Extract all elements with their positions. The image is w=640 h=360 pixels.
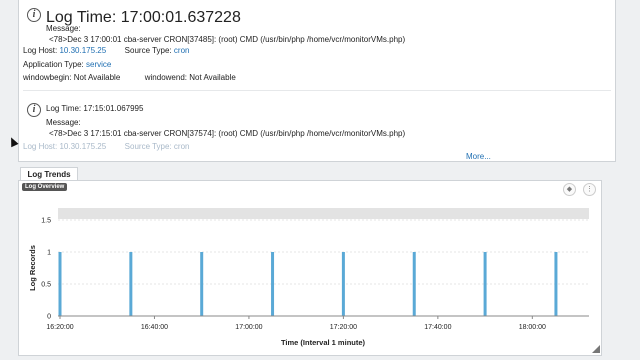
y-tick-label: 1.5: [41, 218, 51, 225]
chart-grid: [58, 219, 589, 285]
x-axis-ticks: 16:20:00 16:40:00 17:00:00 17:20:00 17:40:00…: [46, 316, 546, 331]
x-tick-label: 17:00:00: [235, 324, 262, 331]
y-axis-ticks: 0 0.5 1 1.5: [41, 218, 51, 321]
x-axis-label: Time (Interval 1 minute): [281, 338, 366, 347]
y-tick-label: 0.5: [41, 282, 51, 289]
x-tick-label: 17:40:00: [424, 324, 451, 331]
chart-bar[interactable]: [58, 252, 62, 316]
y-tick-label: 0: [47, 314, 51, 321]
log-trends-chart: 0 0.5 1 1.5 16:20:00 16:40:00 17:00:00 17:20:0…: [28, 208, 589, 347]
x-tick-label: 18:00:00: [519, 324, 546, 331]
x-tick-label: 16:40:00: [141, 324, 168, 331]
resize-handle-icon[interactable]: [592, 345, 600, 353]
chart-bar[interactable]: [341, 252, 345, 316]
chart-bar[interactable]: [483, 252, 487, 316]
y-tick-label: 1: [47, 250, 51, 257]
chart-bar[interactable]: [200, 252, 204, 316]
chart-bar[interactable]: [554, 252, 558, 316]
chart-header-band: [58, 208, 589, 219]
chart-bar[interactable]: [271, 252, 275, 316]
x-tick-label: 17:20:00: [330, 324, 357, 331]
chart-bar[interactable]: [412, 252, 416, 316]
chart-bar[interactable]: [129, 252, 133, 316]
y-axis-label: Log Records: [28, 245, 37, 291]
x-tick-label: 16:20:00: [46, 324, 73, 331]
